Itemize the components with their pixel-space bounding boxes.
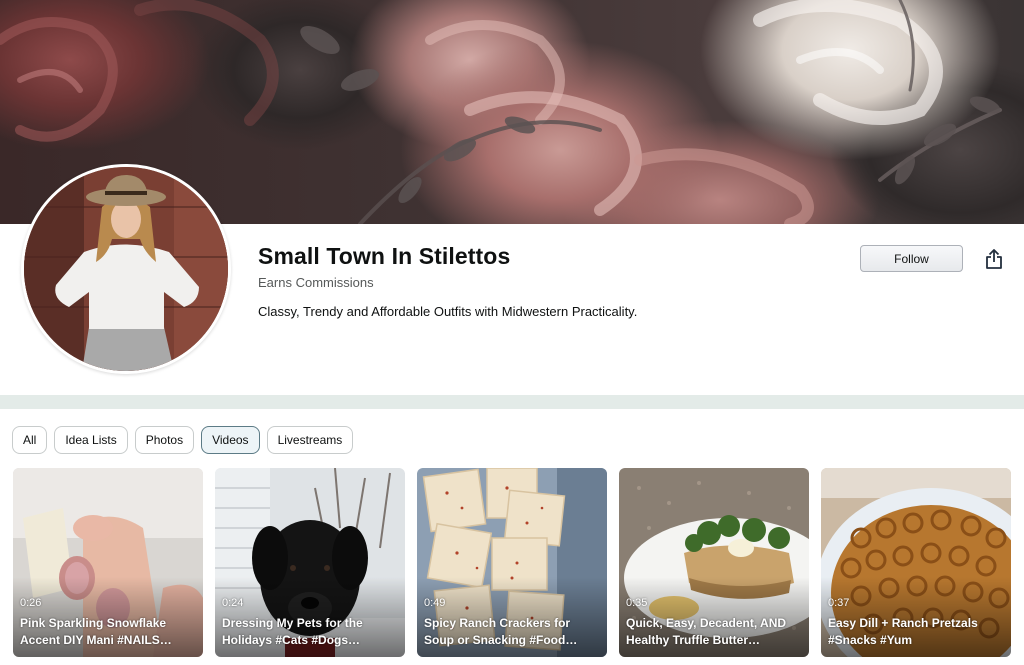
filter-idea-lists[interactable]: Idea Lists bbox=[54, 426, 128, 454]
share-button[interactable] bbox=[982, 246, 1006, 272]
video-title: Spicy Ranch Crackers for Soup or Snackin… bbox=[424, 616, 578, 647]
video-card[interactable]: 0:35 Quick, Easy, Decadent, AND Healthy … bbox=[619, 468, 809, 657]
video-title: Pink Sparkling Snowflake Accent DIY Mani… bbox=[20, 616, 172, 647]
video-grid: 0:26 Pink Sparkling Snowflake Accent DIY… bbox=[13, 468, 1011, 657]
filter-videos[interactable]: Videos bbox=[201, 426, 260, 454]
video-title: Quick, Easy, Decadent, AND Healthy Truff… bbox=[626, 616, 787, 647]
filter-all[interactable]: All bbox=[12, 426, 48, 454]
video-duration: 0:26 bbox=[20, 597, 42, 609]
video-title: Easy Dill + Ranch Pretzals #Snacks #Yum bbox=[828, 616, 978, 647]
video-card[interactable]: 0:24 Dressing My Pets for the Holidays #… bbox=[215, 468, 405, 657]
video-card[interactable]: 0:49 Spicy Ranch Crackers for Soup or Sn… bbox=[417, 468, 607, 657]
share-icon bbox=[986, 249, 1002, 269]
profile-bio: Classy, Trendy and Affordable Outfits wi… bbox=[258, 304, 638, 319]
video-duration: 0:49 bbox=[424, 597, 446, 609]
earns-commissions-label: Earns Commissions bbox=[258, 275, 374, 290]
video-title: Dressing My Pets for the Holidays #Cats … bbox=[222, 616, 363, 647]
video-duration: 0:24 bbox=[222, 597, 244, 609]
follow-button[interactable]: Follow bbox=[860, 245, 963, 272]
filter-photos[interactable]: Photos bbox=[134, 426, 195, 454]
profile-avatar bbox=[21, 164, 231, 374]
profile-name: Small Town In Stilettos bbox=[258, 243, 511, 269]
filter-livestreams[interactable]: Livestreams bbox=[266, 426, 354, 454]
video-duration: 0:35 bbox=[626, 597, 648, 609]
section-divider bbox=[0, 395, 1024, 409]
video-duration: 0:37 bbox=[828, 597, 850, 609]
video-card[interactable]: 0:26 Pink Sparkling Snowflake Accent DIY… bbox=[13, 468, 203, 657]
video-card[interactable]: 0:37 Easy Dill + Ranch Pretzals #Snacks … bbox=[821, 468, 1011, 657]
content-filter-bar: All Idea Lists Photos Videos Livestreams bbox=[12, 426, 354, 454]
avatar-photo bbox=[24, 167, 228, 371]
